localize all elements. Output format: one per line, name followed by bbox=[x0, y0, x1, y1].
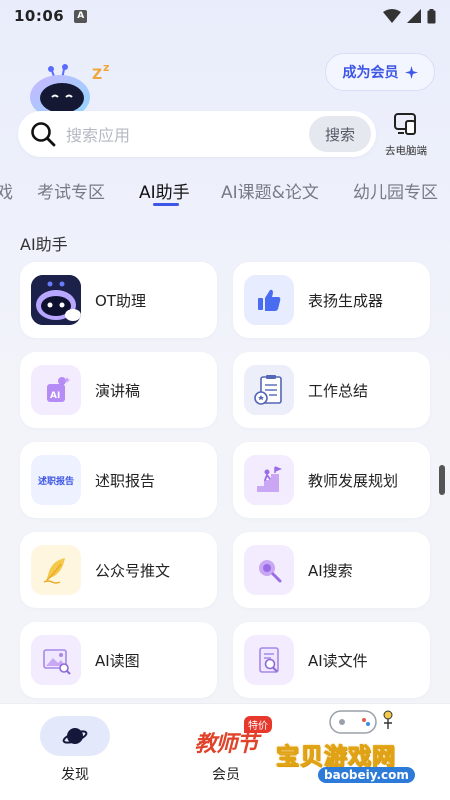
report-badge-icon: 述职报告 bbox=[31, 455, 81, 505]
app-card-ai-read-image[interactable]: AI读图 bbox=[20, 622, 217, 698]
magnifier-icon bbox=[244, 545, 294, 595]
feather-pen-icon bbox=[31, 545, 81, 595]
status-indicators bbox=[383, 8, 436, 24]
gamepad-icon bbox=[329, 710, 393, 734]
notification-icon: A bbox=[74, 9, 88, 23]
nav-discover-label: 发现 bbox=[61, 767, 89, 783]
tab-games[interactable]: 戏 bbox=[0, 178, 13, 203]
signal-icon bbox=[407, 9, 421, 23]
app-card-praise-generator[interactable]: 表扬生成器 bbox=[233, 262, 430, 338]
tab-kindergarten-zone[interactable]: 幼儿园专区 bbox=[353, 178, 438, 203]
card-label: 述职报告 bbox=[95, 471, 156, 490]
growth-stairs-icon bbox=[244, 455, 294, 505]
status-bar: 10:06 A bbox=[0, 0, 450, 32]
card-label: 教师发展规划 bbox=[308, 471, 399, 490]
app-card-teacher-development[interactable]: 教师发展规划 bbox=[233, 442, 430, 518]
robot-mascot-icon bbox=[31, 275, 81, 325]
status-time: 10:06 bbox=[14, 7, 65, 25]
nav-discover-pill bbox=[40, 716, 110, 756]
app-card-work-summary[interactable]: 工作总结 bbox=[233, 352, 430, 428]
special-price-tag: 特价 bbox=[244, 716, 272, 733]
app-card-ot-assistant[interactable]: OT助理 bbox=[20, 262, 217, 338]
go-to-pc-button[interactable]: 去电脑端 bbox=[378, 112, 434, 158]
svg-text:Z: Z bbox=[92, 67, 102, 83]
scrollbar-thumb[interactable] bbox=[439, 465, 445, 495]
thumbs-up-icon bbox=[244, 275, 294, 325]
section-title: AI助手 bbox=[20, 235, 68, 254]
battery-icon bbox=[427, 8, 436, 23]
search-input[interactable]: 搜索应用 bbox=[66, 122, 309, 146]
svg-text:AI: AI bbox=[50, 391, 60, 401]
tab-ai-research-papers[interactable]: AI课题&论文 bbox=[221, 178, 319, 203]
nav-member-label: 会员 bbox=[212, 767, 240, 783]
app-card-ai-read-file[interactable]: AI读文件 bbox=[233, 622, 430, 698]
planet-icon bbox=[62, 728, 88, 744]
become-member-button[interactable]: 成为会员 bbox=[325, 53, 435, 91]
card-label: AI搜索 bbox=[308, 561, 353, 580]
card-label: AI读文件 bbox=[308, 651, 368, 670]
search-button[interactable]: 搜索 bbox=[309, 116, 371, 152]
search-bar[interactable]: 搜索应用 搜索 bbox=[18, 111, 376, 157]
card-label: 工作总结 bbox=[308, 381, 369, 400]
nav-member[interactable]: 教师节 特价 会员 bbox=[176, 714, 276, 790]
sleepy-robot-icon: Z z bbox=[30, 61, 109, 119]
watermark-url: baobeiy.com bbox=[318, 767, 415, 783]
card-label: 公众号推文 bbox=[95, 561, 171, 580]
sparkle-icon bbox=[404, 65, 418, 79]
category-tabs: 戏 考试专区 AI助手 AI课题&论文 幼儿园专区 bbox=[0, 170, 450, 212]
file-reader-icon bbox=[244, 635, 294, 685]
site-watermark: 宝贝游戏网 baobeiy.com bbox=[270, 705, 450, 800]
active-tab-indicator bbox=[153, 203, 179, 206]
card-label: 演讲稿 bbox=[95, 381, 141, 400]
mascot-logo: Z z bbox=[30, 55, 120, 119]
watermark-text: 宝贝游戏网 bbox=[276, 744, 396, 771]
ai-speech-icon: AI bbox=[31, 365, 81, 415]
svg-text:z: z bbox=[103, 61, 109, 74]
tab-exam-zone[interactable]: 考试专区 bbox=[37, 178, 105, 203]
checklist-report-icon bbox=[244, 365, 294, 415]
pc-link-label: 去电脑端 bbox=[385, 145, 427, 157]
card-label: OT助理 bbox=[95, 291, 146, 310]
search-icon bbox=[31, 122, 56, 147]
card-label: 表扬生成器 bbox=[308, 291, 384, 310]
tab-ai-assistant[interactable]: AI助手 bbox=[139, 178, 190, 203]
member-button-label: 成为会员 bbox=[342, 65, 399, 81]
app-card-ai-search[interactable]: AI搜索 bbox=[233, 532, 430, 608]
wifi-icon bbox=[383, 9, 401, 23]
report-badge-text: 述职报告 bbox=[37, 476, 74, 487]
app-card-wechat-article[interactable]: 公众号推文 bbox=[20, 532, 217, 608]
nav-discover[interactable]: 发现 bbox=[40, 716, 110, 786]
app-card-work-report[interactable]: 述职报告 述职报告 bbox=[20, 442, 217, 518]
image-reader-icon bbox=[31, 635, 81, 685]
desktop-icon bbox=[394, 113, 416, 135]
card-label: AI读图 bbox=[95, 651, 140, 670]
app-card-speech-draft[interactable]: AI 演讲稿 bbox=[20, 352, 217, 428]
